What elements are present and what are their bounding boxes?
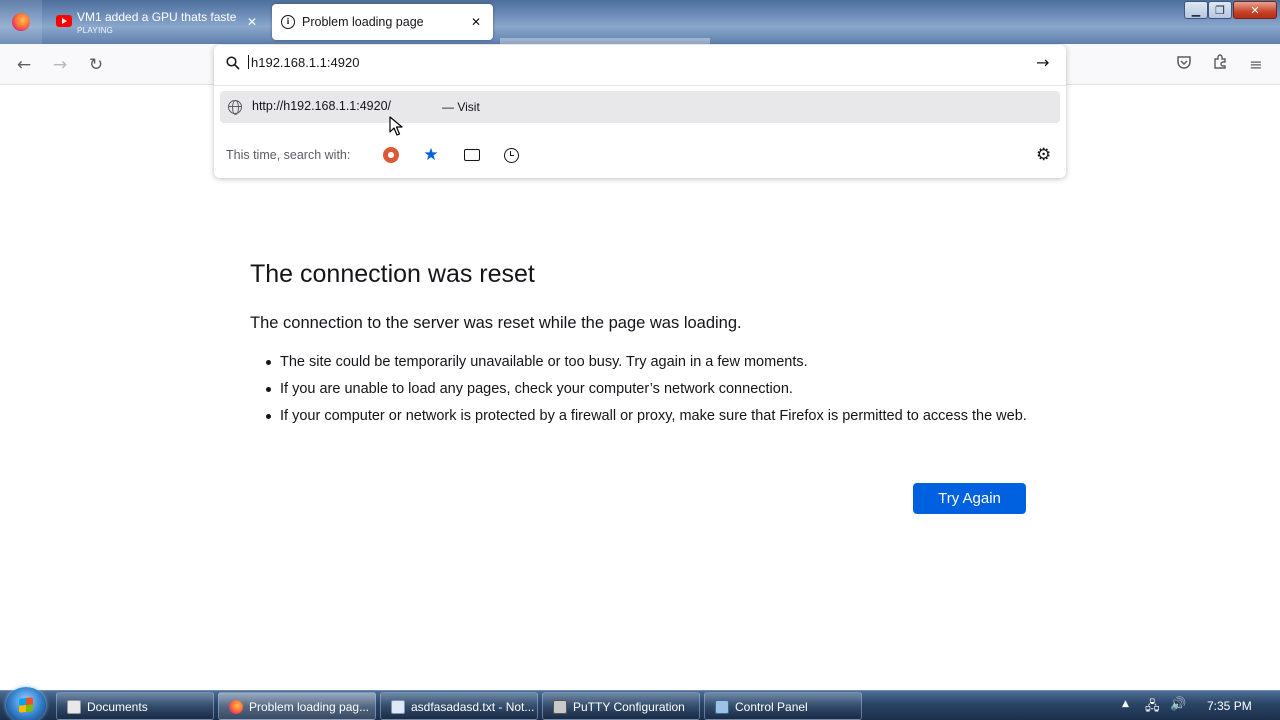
- forward-arrow-icon[interactable]: →: [47, 52, 73, 78]
- search-icon: [226, 56, 240, 70]
- tab-title: VM1 added a GPU thats faster than: [77, 10, 237, 24]
- taskbar-item-firefox[interactable]: Problem loading pag...: [218, 692, 376, 720]
- tab-close-icon[interactable]: ✕: [467, 13, 485, 31]
- taskbar-item-label: Control Panel: [735, 700, 808, 714]
- globe-icon: [228, 100, 242, 115]
- youtube-icon: [56, 15, 72, 27]
- taskbar-item-documents[interactable]: Documents: [56, 692, 214, 720]
- error-description: The connection to the server was reset w…: [250, 314, 742, 332]
- history-clock-icon[interactable]: [500, 144, 522, 166]
- taskbar-item-putty[interactable]: PuTTY Configuration: [542, 692, 700, 720]
- tabs-icon[interactable]: [461, 144, 483, 166]
- list-item: If you are unable to load any pages, che…: [266, 379, 1036, 399]
- control-panel-icon: [715, 700, 729, 714]
- taskbar-item-label: PuTTY Configuration: [573, 700, 685, 714]
- extensions-icon[interactable]: [1207, 52, 1233, 78]
- address-value: h192.168.1.1:4920: [251, 55, 360, 70]
- text-caret: [248, 55, 249, 69]
- taskbar-item-notepad[interactable]: asdfasadasd.txt - Not...: [380, 692, 538, 720]
- list-item: If your computer or network is protected…: [266, 406, 1036, 426]
- taskbar-item-label: Problem loading pag...: [249, 700, 370, 714]
- suggestion-url: http://h192.168.1.1:4920/: [252, 99, 392, 113]
- show-hidden-icons-icon[interactable]: ▲: [1122, 699, 1129, 709]
- start-button[interactable]: [6, 687, 46, 720]
- notepad-icon: [391, 700, 405, 714]
- url-suggestion[interactable]: http://h192.168.1.1:4920/ — Visit: [220, 91, 1060, 123]
- firefox-logo-icon: [12, 13, 30, 31]
- clock[interactable]: 7:35 PM: [1207, 699, 1252, 713]
- list-item: The site could be temporarily unavailabl…: [266, 352, 1036, 372]
- taskbar-item-control-panel[interactable]: Control Panel: [704, 692, 862, 720]
- document-icon: [67, 700, 81, 714]
- error-title: The connection was reset: [250, 260, 535, 288]
- reload-icon[interactable]: ↻: [83, 52, 109, 78]
- urlbar-popup: h192.168.1.1:4920 → http://h192.168.1.1:…: [214, 45, 1066, 178]
- suggestion-visit-label: Visit: [457, 100, 480, 114]
- taskbar-item-label: asdfasadasd.txt - Not...: [411, 700, 535, 714]
- back-arrow-icon[interactable]: ←: [11, 52, 37, 78]
- window-close-button[interactable]: ✕: [1233, 1, 1277, 19]
- tab-playing-label: PLAYING: [77, 26, 114, 35]
- bookmarks-star-icon[interactable]: ★: [420, 144, 442, 166]
- taskbar-item-label: Documents: [87, 700, 148, 714]
- error-suggestions-list: The site could be temporarily unavailabl…: [266, 352, 1036, 433]
- mouse-cursor-icon: [389, 116, 403, 136]
- go-arrow-icon[interactable]: →: [1036, 53, 1049, 72]
- pocket-icon[interactable]: [1171, 52, 1197, 78]
- gear-icon[interactable]: ⚙: [1036, 145, 1051, 165]
- taskbar: Documents Problem loading pag... asdfasa…: [0, 687, 1280, 720]
- putty-icon: [553, 700, 567, 714]
- search-with-label: This time, search with:: [226, 148, 351, 162]
- suggestion-separator: —: [442, 100, 454, 114]
- tab-strip: VM1 added a GPU thats faster than PLAYIN…: [0, 0, 1280, 44]
- duckduckgo-icon[interactable]: [380, 144, 402, 166]
- firefox-view-button[interactable]: [0, 0, 42, 44]
- tab-problem-loading[interactable]: i Problem loading page ✕: [272, 4, 493, 40]
- minimize-button[interactable]: ▁: [1184, 1, 1208, 19]
- tab-youtube[interactable]: VM1 added a GPU thats faster than PLAYIN…: [46, 4, 268, 40]
- network-icon[interactable]: 🖧: [1145, 697, 1160, 719]
- tab-title: Problem loading page: [302, 15, 424, 29]
- tab-close-icon[interactable]: ✕: [243, 13, 261, 31]
- maximize-button[interactable]: ❐: [1208, 1, 1232, 19]
- suggestion-action: — Visit: [442, 100, 480, 114]
- try-again-button[interactable]: Try Again: [913, 483, 1026, 514]
- volume-icon[interactable]: 🔊: [1170, 697, 1186, 712]
- info-icon: i: [281, 15, 295, 29]
- firefox-icon: [229, 700, 243, 714]
- app-menu-icon[interactable]: ≡: [1243, 52, 1269, 78]
- divider: [214, 85, 1066, 86]
- address-input[interactable]: h192.168.1.1:4920: [248, 55, 360, 70]
